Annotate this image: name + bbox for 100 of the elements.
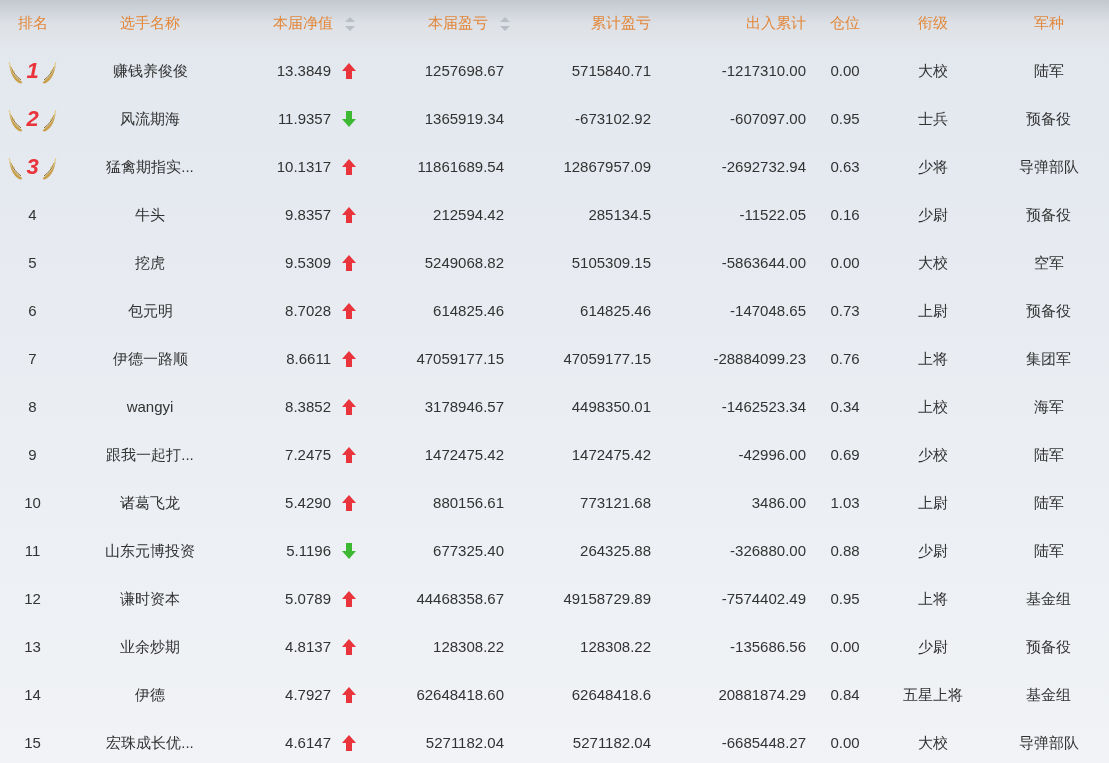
column-header: 排名 — [17, 13, 48, 34]
column-header: 选手名称 — [120, 13, 180, 34]
rank-title: 少尉 — [918, 204, 948, 225]
rank-number: 4 — [28, 204, 37, 225]
net-flow: 3486.00 — [751, 492, 806, 513]
position-ratio: 0.95 — [830, 108, 860, 129]
position-ratio: 0.84 — [830, 684, 860, 705]
net-flow: -5863644.00 — [721, 252, 806, 273]
branch-name: 陆军 — [1033, 540, 1064, 561]
rank-title: 大校 — [918, 732, 948, 753]
branch-name: 预备役 — [1026, 636, 1071, 657]
branch-name: 海军 — [1033, 396, 1064, 417]
player-name[interactable]: 谦时资本 — [120, 587, 180, 611]
net-value: 11.9357 — [277, 108, 331, 129]
total-profit: 773121.68 — [580, 492, 651, 513]
total-profit: 5715840.71 — [571, 60, 651, 81]
net-value: 9.5309 — [285, 252, 331, 273]
position-ratio: 0.00 — [830, 732, 860, 753]
position-ratio: 0.00 — [830, 60, 860, 81]
branch-name: 空军 — [1033, 252, 1064, 273]
rank-number: 7 — [28, 348, 37, 369]
total-profit: 264325.88 — [580, 540, 651, 561]
rank-number: 14 — [24, 684, 41, 705]
net-value: 5.1196 — [286, 540, 331, 561]
session-profit: 62648418.60 — [416, 684, 504, 705]
total-profit: 47059177.15 — [563, 348, 651, 369]
position-ratio: 0.00 — [830, 636, 860, 657]
position-ratio: 0.88 — [830, 540, 860, 561]
session-profit: 677325.40 — [433, 540, 504, 561]
branch-name: 陆军 — [1033, 60, 1064, 81]
sort-icon[interactable] — [500, 16, 510, 31]
net-value: 4.7927 — [285, 684, 331, 705]
session-profit: 1365919.34 — [424, 108, 504, 129]
position-ratio: 0.16 — [830, 204, 860, 225]
net-flow: 20881874.29 — [718, 684, 806, 705]
position-ratio: 0.63 — [830, 156, 860, 177]
player-name[interactable]: 挖虎 — [135, 251, 165, 275]
total-profit: 614825.46 — [580, 300, 651, 321]
net-value: 8.7028 — [285, 300, 331, 321]
net-flow: -135686.56 — [730, 636, 806, 657]
branch-name: 基金组 — [1026, 684, 1071, 705]
session-profit: 880156.61 — [433, 492, 504, 513]
branch-name: 导弹部队 — [1018, 732, 1079, 753]
column-header: 军种 — [1033, 13, 1064, 34]
position-ratio: 0.00 — [830, 252, 860, 273]
rank-title: 士兵 — [918, 108, 948, 129]
session-profit: 3178946.57 — [424, 396, 504, 417]
net-flow: -1462523.34 — [721, 396, 806, 417]
position-ratio: 0.76 — [830, 348, 860, 369]
rank-number: 9 — [28, 444, 37, 465]
player-name[interactable]: 猛禽期指实... — [106, 155, 194, 179]
column-header: 仓位 — [830, 13, 860, 34]
player-name[interactable]: 业余炒期 — [120, 635, 180, 659]
rank-title: 少尉 — [918, 636, 948, 657]
player-name[interactable]: 赚钱养俊俊 — [112, 59, 188, 83]
position-ratio: 0.69 — [830, 444, 860, 465]
rank-title: 上将 — [918, 588, 948, 609]
total-profit: -673102.92 — [575, 108, 651, 129]
net-flow: -11522.05 — [739, 204, 806, 225]
rank-title: 上尉 — [918, 300, 948, 321]
total-profit: 5271182.04 — [572, 732, 651, 753]
net-flow: -28884099.23 — [713, 348, 806, 369]
session-profit: 47059177.15 — [416, 348, 504, 369]
player-name[interactable]: 风流期海 — [120, 107, 180, 131]
medal-rank-number: 2 — [26, 108, 39, 130]
net-value: 9.8357 — [285, 204, 331, 225]
net-value: 7.2475 — [285, 444, 331, 465]
sort-icon[interactable] — [345, 16, 355, 31]
branch-name: 预备役 — [1026, 204, 1071, 225]
rank-title: 少校 — [918, 444, 948, 465]
rank-number: 13 — [24, 636, 41, 657]
net-flow: -2692732.94 — [721, 156, 806, 177]
net-value: 10.1317 — [276, 156, 331, 177]
rank-number: 15 — [24, 732, 41, 753]
rank-title: 上尉 — [918, 492, 948, 513]
player-name[interactable]: 牛头 — [135, 203, 165, 227]
session-profit: 44468358.67 — [416, 588, 504, 609]
player-name[interactable]: 山东元博投资 — [105, 539, 195, 563]
branch-name: 导弹部队 — [1018, 156, 1079, 177]
player-name[interactable]: 伊德一路顺 — [112, 347, 188, 371]
total-profit: 4498350.01 — [571, 396, 651, 417]
player-name[interactable]: 跟我一起打... — [106, 443, 194, 467]
session-profit: 614825.46 — [433, 300, 504, 321]
total-profit: 49158729.89 — [563, 588, 651, 609]
player-name[interactable]: 伊德 — [135, 683, 165, 707]
rank-title: 五星上将 — [903, 684, 963, 705]
net-flow: -1217310.00 — [721, 60, 806, 81]
player-name[interactable]: 包元明 — [127, 299, 173, 323]
player-name[interactable]: wangyi — [126, 395, 174, 419]
column-header: 出入累计 — [746, 13, 806, 34]
rank-number: 11 — [24, 540, 41, 561]
net-value: 8.6611 — [286, 348, 331, 369]
player-name[interactable]: 诸葛飞龙 — [120, 491, 180, 515]
session-profit: 1257698.67 — [424, 60, 504, 81]
player-name[interactable]: 宏珠成长优... — [106, 731, 194, 755]
net-flow: -7574402.49 — [721, 588, 806, 609]
session-profit: 5249068.82 — [424, 252, 504, 273]
total-profit: 62648418.6 — [571, 684, 651, 705]
position-ratio: 0.95 — [830, 588, 860, 609]
rank-number: 6 — [28, 300, 37, 321]
